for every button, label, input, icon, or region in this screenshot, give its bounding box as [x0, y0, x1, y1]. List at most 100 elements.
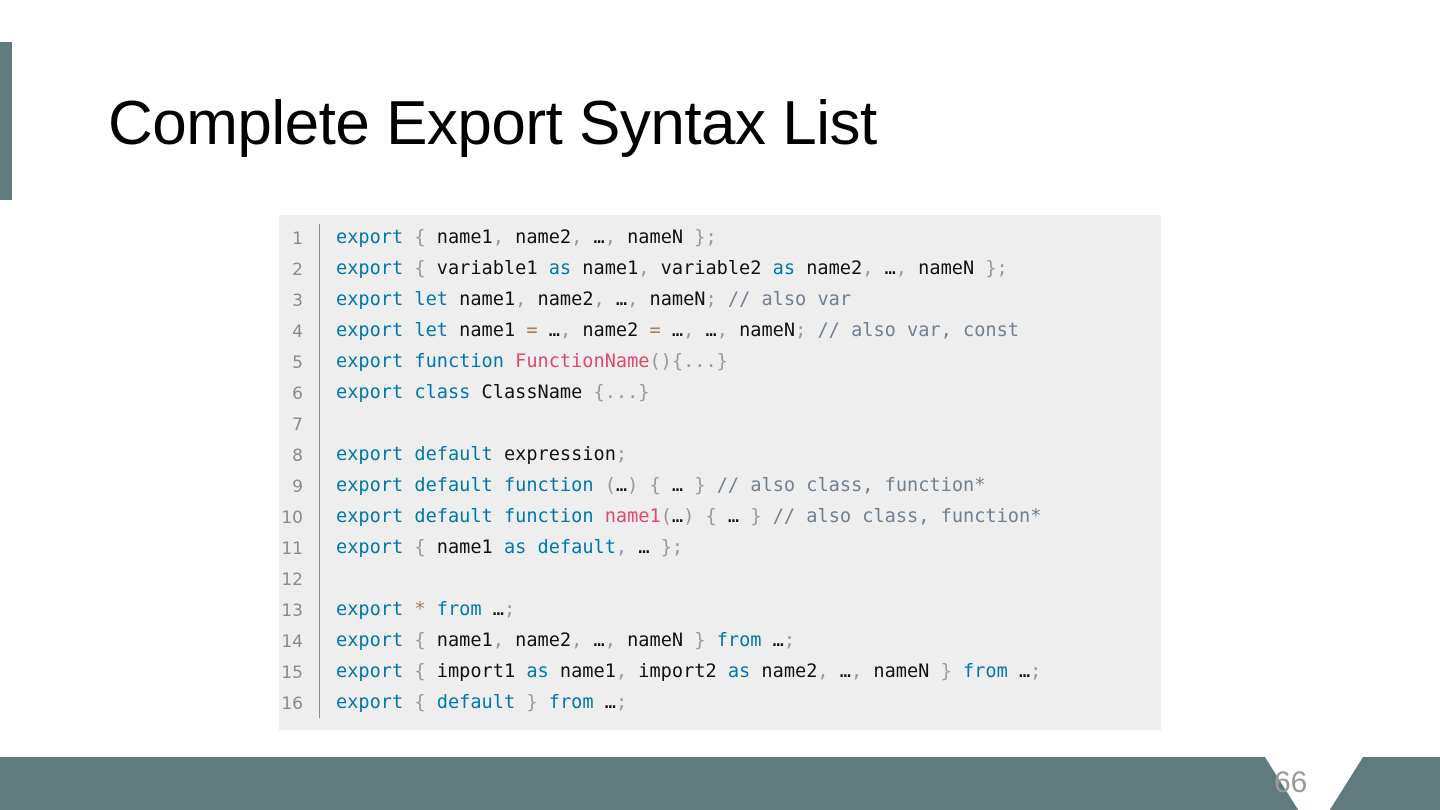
- code-line: export { import1 as name1, import2 as na…: [336, 656, 1041, 687]
- code-token: ,: [615, 537, 628, 558]
- code-token: (){...}: [649, 351, 728, 372]
- code-token: export: [336, 258, 404, 279]
- code-line: export { default } from …;: [336, 687, 1041, 718]
- code-token: (: [660, 506, 672, 527]
- code-token: name1: [604, 506, 661, 527]
- code-line: export default function name1(…) { … } /…: [336, 501, 1041, 532]
- slide-title: Complete Export Syntax List: [108, 89, 877, 158]
- code-token: ,: [571, 630, 583, 651]
- code-token: as: [548, 258, 572, 279]
- code-token: =: [526, 320, 538, 341]
- line-number: 8: [292, 446, 303, 466]
- code-line: export default expression;: [336, 439, 1041, 470]
- code-token: };: [660, 537, 684, 558]
- code-token: export: [336, 537, 404, 558]
- code-token: nameN: [638, 289, 706, 310]
- code-token: …: [671, 506, 684, 527]
- code-token: import2: [627, 661, 728, 682]
- code-token: name2: [795, 258, 863, 279]
- code-token: function: [414, 351, 504, 372]
- code-token: default: [436, 692, 516, 713]
- code-line: export * from …;: [336, 594, 1041, 625]
- code-token: {: [414, 630, 426, 651]
- code-token: nameN: [615, 227, 695, 248]
- code-token: as: [503, 537, 527, 558]
- code-token: ,: [593, 289, 605, 310]
- code-token: as: [772, 258, 796, 279]
- code-token: }: [694, 475, 706, 496]
- line-number: 5: [292, 353, 303, 373]
- code-token: nameN: [727, 320, 796, 341]
- code-token: export: [336, 692, 404, 713]
- code-token: variable2: [649, 258, 773, 279]
- code-token: ,: [638, 258, 650, 279]
- code-token: let: [414, 320, 448, 341]
- code-token: {...}: [593, 382, 650, 403]
- line-number: 12: [281, 570, 303, 590]
- code-token: ;: [615, 444, 628, 465]
- code-token: …: [660, 475, 695, 496]
- line-number-gutter: 1 2 3 4 5 6 7 8 9 10 11 12 13 14 15 16: [279, 224, 320, 718]
- code-token: name1: [571, 258, 639, 279]
- line-number: 11: [281, 539, 303, 559]
- code-token: …: [761, 630, 784, 651]
- code-token: name1: [548, 661, 616, 682]
- code-token: nameN: [615, 630, 695, 651]
- code-token: ;: [783, 630, 796, 651]
- code-token: ,: [627, 289, 639, 310]
- line-number: 2: [292, 260, 303, 280]
- code-token: ,: [559, 320, 572, 341]
- code-token: // also class, function*: [716, 475, 986, 496]
- code-token: …: [873, 258, 896, 279]
- code-line: export function FunctionName(){...}: [336, 346, 1041, 377]
- line-number: 10: [281, 508, 303, 528]
- code-token: export: [336, 475, 404, 496]
- code-token: …: [582, 227, 605, 248]
- line-number: 3: [292, 291, 303, 311]
- code-token: …: [1007, 661, 1031, 682]
- code-line: export let name1, name2, …, nameN; // al…: [336, 284, 1041, 315]
- code-token: export: [336, 630, 404, 651]
- code-token: export: [336, 351, 404, 372]
- code-token: ,: [615, 661, 628, 682]
- code-line: export class ClassName {...}: [336, 377, 1041, 408]
- line-number: 9: [292, 477, 303, 497]
- code-token: from: [548, 692, 594, 713]
- code-token: from: [436, 599, 482, 620]
- code-token: …: [660, 320, 684, 341]
- code-token: {: [705, 506, 717, 527]
- line-number: 13: [281, 601, 303, 621]
- code-token: name1: [447, 289, 516, 310]
- code-token: export: [336, 444, 404, 465]
- code-token: name2: [571, 320, 650, 341]
- code-line: export { name1, name2, …, nameN };: [336, 222, 1041, 253]
- code-token: ): [627, 475, 639, 496]
- code-token: …: [828, 661, 851, 682]
- code-token: …: [537, 320, 560, 341]
- footer-bar: [0, 757, 1440, 810]
- code-token: …: [582, 630, 605, 651]
- code-token: }: [694, 630, 706, 651]
- code-token: ;: [795, 320, 807, 341]
- code-token: …: [604, 289, 628, 310]
- line-number: 1: [292, 229, 303, 249]
- code-token: …: [481, 599, 504, 620]
